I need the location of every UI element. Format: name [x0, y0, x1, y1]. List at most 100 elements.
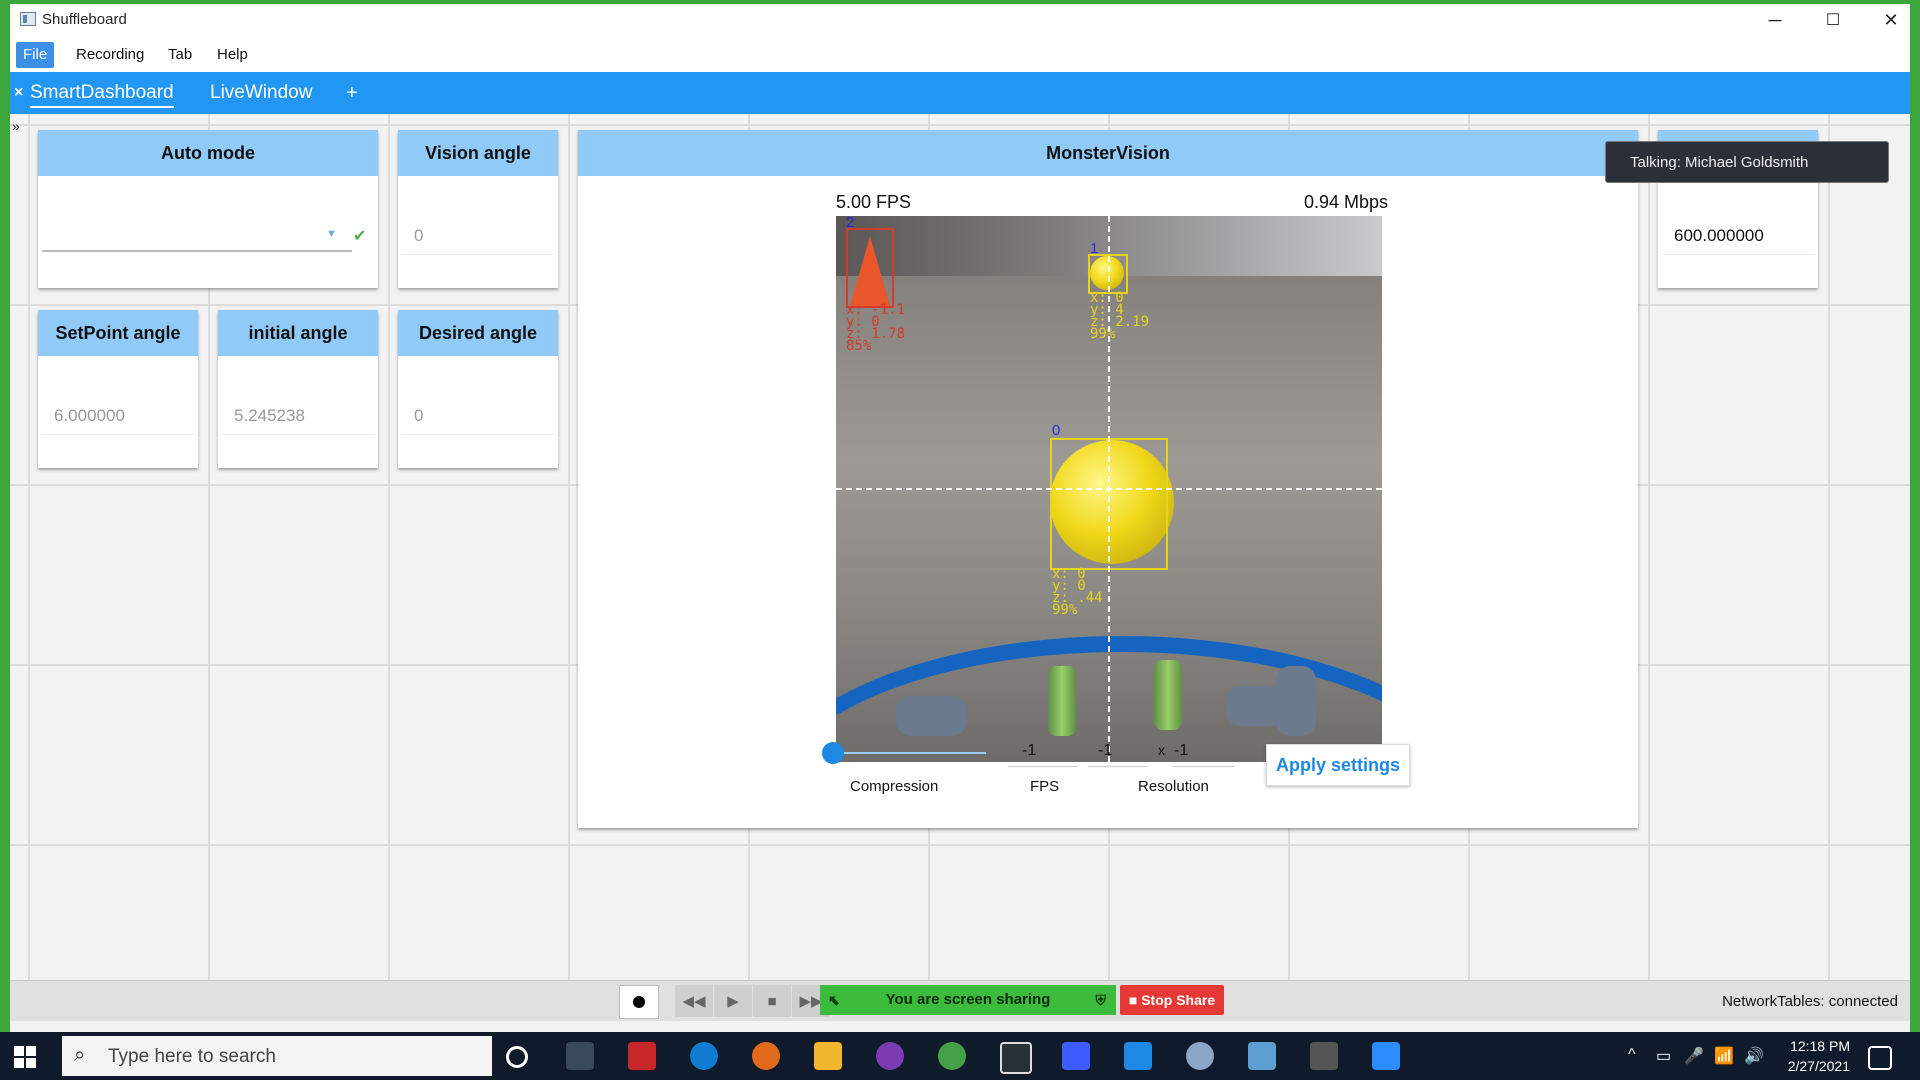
networktables-status: NetworkTables: connected — [1722, 993, 1898, 1010]
widget-title: MonsterVision — [578, 130, 1638, 176]
detection-info: x: 0 y: 0 z: .44 99% — [1052, 567, 1103, 617]
compression-slider-thumb[interactable] — [822, 742, 844, 764]
desired-angle-value[interactable]: 0 — [414, 406, 423, 426]
windows-taskbar: ⌕ Type here to search ^ ▭ 🎤 📶 🔊 12:18 PM… — [0, 1032, 1920, 1080]
task-view-icon[interactable] — [566, 1042, 594, 1070]
setpoint-angle-value[interactable]: 6.000000 — [54, 406, 125, 426]
record-button[interactable] — [619, 985, 659, 1019]
edge-icon[interactable] — [690, 1042, 718, 1070]
zoom-icon[interactable] — [1372, 1042, 1400, 1070]
widget-title: Auto mode — [38, 130, 378, 176]
monstervision-widget: MonsterVision 5.00 FPS 0.94 Mbps 2 x: -1… — [578, 130, 1638, 828]
detection-info: x: 0 y: 4 z: 2.19 99% — [1090, 291, 1149, 341]
search-placeholder: Type here to search — [108, 1046, 276, 1067]
windows-start-icon[interactable] — [14, 1046, 36, 1068]
volume-icon[interactable]: 🔊 — [1744, 1046, 1764, 1066]
widget-title: Vision angle — [398, 130, 558, 176]
app-icon-dark[interactable] — [1000, 1042, 1032, 1074]
detection-id: 1 — [1090, 240, 1099, 257]
clock-time: 12:18 PM — [1790, 1038, 1850, 1054]
taskbar-search[interactable]: ⌕ Type here to search — [62, 1036, 492, 1076]
detection-info: x: -1.1 y: 0 z: 1.78 85% — [846, 303, 905, 353]
wheel-object — [1048, 666, 1076, 736]
maximize-button[interactable]: ☐ — [1804, 4, 1862, 36]
minimize-button[interactable]: ─ — [1746, 4, 1804, 36]
play-button[interactable]: ▶ — [714, 985, 752, 1017]
stop-button[interactable]: ■ — [753, 985, 791, 1017]
auto-mode-dropdown[interactable] — [42, 250, 352, 252]
detection-box — [846, 228, 894, 308]
compression-label: Compression — [850, 778, 939, 795]
crosshair-horizontal — [836, 488, 1382, 490]
camera-fps: 5.00 FPS — [836, 192, 912, 212]
vision-angle-value[interactable]: 0 — [414, 226, 423, 246]
notifications-icon[interactable] — [1868, 1046, 1892, 1070]
stop-share-button[interactable]: ■ Stop Share — [1120, 985, 1224, 1015]
tab-bar: × SmartDashboard LiveWindow + — [10, 72, 1910, 114]
clock-date: 2/27/2021 — [1787, 1058, 1850, 1074]
setpoint-angle-widget: SetPoint angle 6.000000 — [38, 310, 198, 468]
app-icon-blue[interactable] — [1062, 1042, 1090, 1070]
auto-mode-widget: Auto mode ▼ ✔ — [38, 130, 378, 288]
battery-icon[interactable]: ▭ — [1656, 1046, 1671, 1066]
menu-help[interactable]: Help — [210, 42, 255, 68]
close-button[interactable]: ✕ — [1862, 4, 1910, 36]
menu-recording[interactable]: Recording — [69, 42, 151, 68]
expand-sidebar-icon[interactable]: » — [12, 118, 20, 134]
resolution-height-input[interactable]: -1 — [1172, 742, 1234, 767]
app-icon-light[interactable] — [1186, 1042, 1214, 1070]
record-icon — [633, 996, 645, 1008]
word-icon[interactable] — [628, 1042, 656, 1070]
drag-handle-icon[interactable]: ⬉ — [828, 985, 840, 1015]
stop-icon: ■ — [1128, 992, 1142, 1008]
divider — [222, 434, 374, 435]
shield-icon: ⛨ — [1095, 992, 1107, 1008]
taskbar-clock[interactable]: 12:18 PM 2/27/2021 — [1788, 1036, 1850, 1076]
stop-share-label: Stop Share — [1141, 992, 1216, 1008]
widget-title: Desired angle — [398, 310, 558, 356]
chrome-icon[interactable] — [938, 1042, 966, 1070]
detection-id: 0 — [1052, 422, 1061, 439]
resolution-width-input[interactable]: -1 — [1088, 742, 1148, 767]
shuffleboard-window: Shuffleboard ─ ☐ ✕ File Recording Tab He… — [10, 4, 1910, 1032]
fps-label: FPS — [1030, 778, 1060, 795]
menu-file[interactable]: File — [16, 42, 55, 68]
fps-input[interactable]: -1 — [1008, 742, 1078, 767]
divider — [42, 434, 194, 435]
cortana-icon[interactable] — [506, 1046, 528, 1068]
menu-tab[interactable]: Tab — [161, 42, 199, 68]
robot-part — [896, 696, 966, 736]
widget-title: SetPoint angle — [38, 310, 198, 356]
camera-bandwidth: 0.94 Mbps — [1304, 192, 1389, 212]
resolution-label: Resolution — [1138, 778, 1209, 795]
detection-id: 2 — [846, 216, 855, 231]
camera-stream[interactable]: 2 x: -1.1 y: 0 z: 1.78 85% 1 x: 0 y: 4 z… — [836, 216, 1382, 762]
tray-overflow-icon[interactable]: ^ — [1628, 1046, 1636, 1064]
title-bar: Shuffleboard ─ ☐ ✕ — [10, 4, 1910, 36]
file-explorer-icon[interactable] — [814, 1042, 842, 1070]
initial-angle-value[interactable]: 5.245238 — [234, 406, 305, 426]
vscode-icon[interactable] — [1124, 1042, 1152, 1070]
app-icon-teal[interactable] — [1248, 1042, 1276, 1070]
close-tab-icon[interactable]: × — [14, 84, 23, 102]
compression-slider-track[interactable] — [836, 752, 986, 754]
tab-smartdashboard[interactable]: SmartDashboard — [30, 82, 174, 108]
resolution-separator: x — [1158, 742, 1165, 758]
shooter-motor-value[interactable]: 600.000000 — [1674, 226, 1764, 246]
search-icon: ⌕ — [74, 1044, 86, 1066]
menu-bar: File Recording Tab Help — [10, 36, 1910, 72]
app-icon-orange[interactable] — [752, 1042, 780, 1070]
shuffleboard-taskbar-icon[interactable] — [1310, 1042, 1338, 1070]
rewind-button[interactable]: ◀◀ — [675, 985, 713, 1017]
app-icon — [20, 12, 36, 26]
wifi-icon[interactable]: 📶 — [1714, 1046, 1734, 1066]
chevron-down-icon[interactable]: ▼ — [326, 228, 337, 240]
tab-livewindow[interactable]: LiveWindow — [210, 82, 312, 104]
divider — [402, 254, 554, 255]
apply-settings-button[interactable]: Apply settings — [1266, 744, 1410, 786]
microphone-icon[interactable]: 🎤 — [1684, 1046, 1704, 1066]
app-icon-purple[interactable] — [876, 1042, 904, 1070]
dashboard-grid: » Auto mode ▼ ✔ Vision angle 0 SetPoint … — [10, 114, 1910, 980]
screen-share-banner[interactable]: ⬉ You are screen sharing ⛨ — [820, 985, 1116, 1015]
add-tab-icon[interactable]: + — [346, 82, 358, 105]
